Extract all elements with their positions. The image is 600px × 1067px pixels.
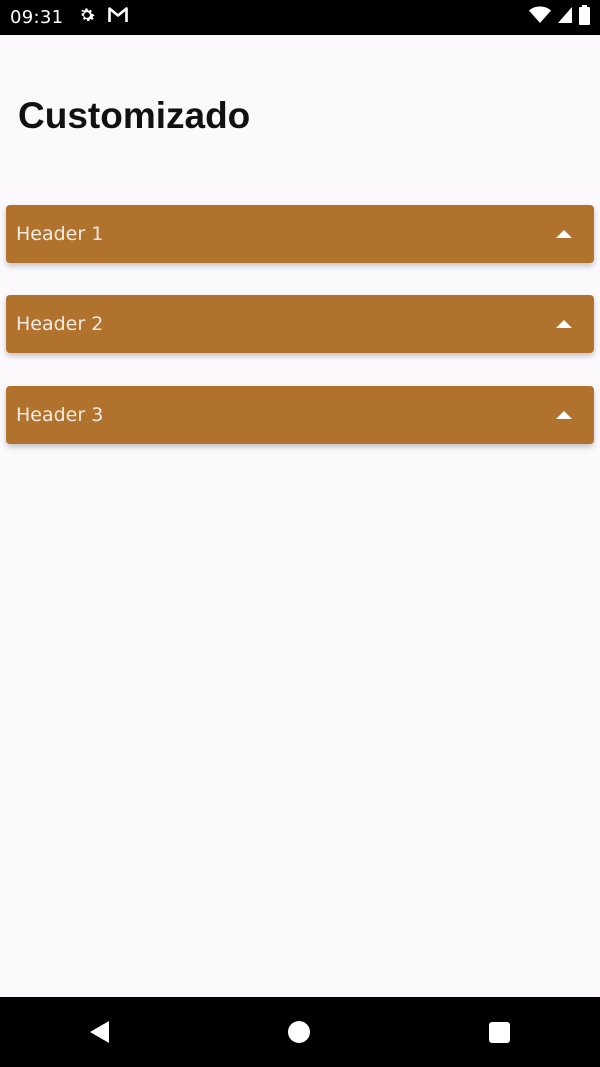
page-title: Customizado (18, 95, 251, 136)
signal-icon (557, 6, 573, 29)
wifi-icon (529, 6, 551, 29)
main-content: Customizado Header 1 Header 2 Header 3 (0, 35, 600, 997)
accordion-header-3[interactable]: Header 3 (6, 386, 594, 444)
accordion-header-2[interactable]: Header 2 (6, 295, 594, 353)
accordion-label: Header 2 (16, 313, 104, 335)
back-icon[interactable] (89, 1021, 109, 1043)
gmail-icon (107, 6, 129, 29)
accordion-label: Header 1 (16, 223, 104, 245)
accordion-header-1[interactable]: Header 1 (6, 205, 594, 263)
navigation-bar (0, 997, 600, 1067)
chevron-up-icon (556, 411, 572, 419)
chevron-up-icon (556, 320, 572, 328)
chevron-up-icon (556, 230, 572, 238)
home-icon[interactable] (287, 1021, 310, 1043)
status-right-icons (529, 5, 590, 30)
battery-icon (579, 5, 590, 30)
recents-icon[interactable] (489, 1021, 511, 1043)
status-time: 09:31 (10, 7, 64, 28)
status-left-icons (77, 5, 129, 30)
status-bar: 09:31 (0, 0, 600, 35)
settings-icon (77, 5, 97, 30)
accordion-label: Header 3 (16, 404, 104, 426)
